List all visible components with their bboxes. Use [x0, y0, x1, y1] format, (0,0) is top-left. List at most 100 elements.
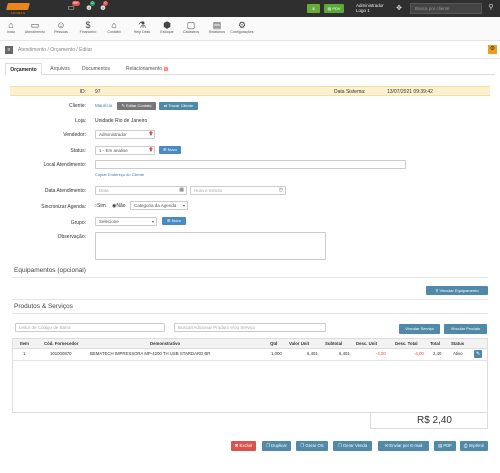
- produtos-table: [12, 338, 488, 413]
- nav-label: Pessoas: [54, 30, 68, 34]
- calendar-icon[interactable]: ▦: [179, 187, 184, 194]
- hora-input[interactable]: Hora e minuto ◷: [190, 186, 286, 195]
- nav-item-cont-bil[interactable]: ⌂ Contábil: [101, 20, 127, 35]
- settings-gear-icon[interactable]: ⚙: [488, 45, 497, 54]
- barcode-input[interactable]: Leitor de Código de Barra: [15, 323, 165, 332]
- vincular-equipamento-button[interactable]: ⚲ Vincular Equipamento: [426, 286, 488, 295]
- nav-item-cadastros[interactable]: ▢ Cadastros: [178, 20, 204, 35]
- search-icon[interactable]: ⚲: [486, 3, 496, 12]
- row-status: Ativo: [453, 351, 463, 356]
- action-label: Enviar por E-mail: [389, 443, 423, 448]
- action-label: PDF: [443, 443, 452, 448]
- nav-icon: ⌂: [8, 20, 14, 30]
- data-sistema-value: 13/07/2021 09:39:42: [387, 89, 433, 95]
- gerar-venda-button[interactable]: ❐ Gerar Venda: [333, 441, 372, 451]
- nao-radio[interactable]: ◉Não: [112, 203, 126, 209]
- vincular-equipamento-label: Vincular Equipamento: [439, 288, 479, 293]
- user-info[interactable]: Administrador Logo 1: [356, 3, 384, 13]
- nav-icon: ▤: [212, 20, 222, 30]
- tab-relacionamento[interactable]: Relacionamento 0: [119, 63, 175, 75]
- status-value: 1 - Em analise: [99, 148, 128, 153]
- nav-label: Início: [6, 30, 16, 34]
- copiar-endereco-link[interactable]: Copiar Endereço do Cliente: [95, 172, 144, 177]
- nav-item-configura-es[interactable]: ⚙ Configurações: [229, 20, 255, 35]
- row-desc-total: -4,00: [414, 351, 424, 356]
- tab-arquivos[interactable]: Arquivos: [47, 63, 73, 75]
- editar-contato-button[interactable]: ✎ Editar Contato: [117, 102, 156, 110]
- trocar-cliente-label: Trocar Cliente: [168, 103, 194, 108]
- col-qtd: Qtd: [270, 341, 278, 346]
- company-logo[interactable]: ADORAN: [4, 3, 32, 15]
- nav-item-relat-rios[interactable]: ▤ Relatórios: [204, 20, 230, 35]
- messages-badge: 0: [103, 1, 108, 6]
- vincular-servico-button[interactable]: Vincular Serviço: [399, 324, 440, 334]
- grupo-novo-button[interactable]: ⊞ Novo: [162, 217, 186, 225]
- loja-value: Unidade Rio de Janeiro: [95, 118, 148, 124]
- enviar-por-e-mail-button[interactable]: ✉ Enviar por E-mail: [378, 441, 429, 451]
- required-marker-icon: ◆: [149, 146, 153, 152]
- nav-item-help-desk[interactable]: ⚗ Help Desk: [129, 20, 155, 35]
- col-desc-total: Desc. Total: [395, 341, 418, 346]
- local-input[interactable]: [95, 160, 406, 169]
- nao-label: Não: [116, 203, 126, 209]
- editar-contato-label: Editar Contato: [125, 103, 152, 108]
- required-marker-icon: ◆: [149, 130, 153, 136]
- action-label: Duplicar: [271, 443, 287, 448]
- data-placeholder: Data: [99, 188, 109, 193]
- tab-orcamento[interactable]: Orçamento: [5, 63, 42, 75]
- data-sistema-label: Data Sistema:: [334, 89, 366, 95]
- categoria-agenda-select[interactable]: Categoria da Agenda ▾: [130, 201, 188, 210]
- data-input[interactable]: Data ▦: [95, 186, 187, 195]
- col-total: Total: [430, 341, 440, 346]
- action-icon: ✖: [234, 443, 239, 448]
- nav-icon: $: [85, 20, 91, 30]
- observacao-textarea[interactable]: [95, 232, 326, 260]
- nav-item-pessoas[interactable]: ☺ Pessoas: [48, 20, 74, 35]
- pdv-button[interactable]: ▤ PDV: [324, 4, 344, 13]
- breadcrumb-bar: ≡ Atendimento / Orçamento / Editar ⚙: [0, 41, 500, 59]
- fullscreen-icon[interactable]: ✥: [394, 4, 404, 13]
- excluir-button[interactable]: ✖ Excluir: [231, 441, 256, 451]
- row-edit-icon[interactable]: ✎: [474, 350, 482, 358]
- trocar-cliente-button[interactable]: ⇄ Trocar Cliente: [159, 102, 198, 110]
- imprimir-button[interactable]: ⎙ Imprimir: [460, 441, 488, 451]
- hora-placeholder: Hora e minuto: [194, 188, 223, 193]
- tab-documentos[interactable]: Documentos: [79, 63, 113, 75]
- alerts-badge: 0: [90, 1, 95, 6]
- loja-label: Loja:: [75, 118, 86, 124]
- search-input[interactable]: Busca por cliente: [410, 3, 482, 14]
- col-desc-unit: Desc. Unit: [356, 341, 378, 346]
- divider: [12, 313, 488, 314]
- nav-label: Cadastros: [182, 30, 200, 34]
- buscar-produto-input[interactable]: Buscar/Adicionar Produto e/ou Serviço: [174, 323, 326, 332]
- sincronizar-label: Sincronizar Agenda:: [41, 204, 86, 210]
- vincular-produto-button[interactable]: Vincular Produto: [444, 324, 487, 334]
- clock-icon[interactable]: ◷: [279, 187, 283, 194]
- nav-item-financeiro[interactable]: $ Financeiro: [75, 20, 101, 35]
- cash-button[interactable]: $: [307, 4, 320, 13]
- id-row: ID: 97 Data Sistema: 13/07/2021 09:39:42: [10, 86, 490, 96]
- nav-item-in-cio[interactable]: ⌂ Início: [0, 20, 24, 35]
- grupo-value: Selecione: [99, 219, 119, 224]
- nav-label: Relatórios: [208, 30, 226, 34]
- nav-item-atendimento[interactable]: ▭ Atendimento: [22, 20, 48, 35]
- duplicar-button[interactable]: ❐ Duplicar: [262, 441, 291, 451]
- menu-toggle-icon[interactable]: ≡: [5, 46, 13, 54]
- cliente-link[interactable]: Maurício: [95, 103, 112, 108]
- id-label: ID:: [79, 89, 86, 95]
- row-cod: 101000870: [50, 351, 72, 356]
- status-novo-button[interactable]: ⊞ Novo: [159, 146, 181, 154]
- grupo-select[interactable]: Selecione ▾: [95, 217, 157, 226]
- divider: [12, 299, 488, 300]
- nav-label: Atendimento: [24, 30, 46, 34]
- nav-item-estoque[interactable]: ⬢ Estoque: [154, 20, 180, 35]
- vendedor-select[interactable]: Administrador ▾: [95, 130, 155, 139]
- sim-radio[interactable]: ○Sim: [94, 203, 106, 209]
- gerar-os-button[interactable]: ❐ Gerar OS: [296, 441, 328, 451]
- categoria-agenda-value: Categoria da Agenda: [134, 203, 177, 208]
- pdf-button[interactable]: ▤ PDF: [434, 441, 456, 451]
- chevron-down-icon: ▾: [182, 203, 185, 208]
- main-nav: ⌂ Início ▭ Atendimento ☺ Pessoas $ Financeiro ⌂ C…: [0, 17, 500, 41]
- status-select[interactable]: 1 - Em analise ▾: [95, 146, 155, 155]
- nav-label: Contábil: [107, 30, 121, 34]
